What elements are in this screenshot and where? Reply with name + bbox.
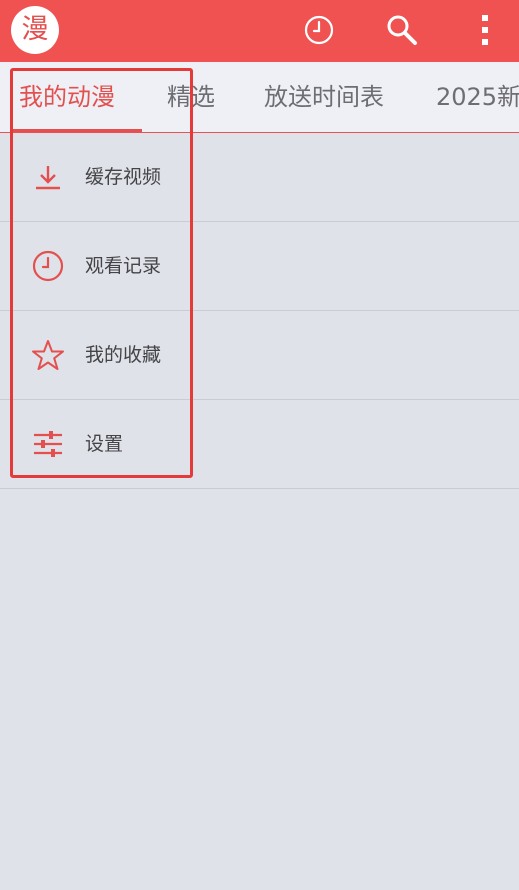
menu-item-downloads[interactable]: 缓存视频 bbox=[0, 133, 519, 222]
download-icon bbox=[30, 159, 66, 195]
tab-schedule[interactable]: 放送时间表 bbox=[264, 62, 384, 132]
clock-icon bbox=[30, 248, 66, 284]
history-clock-icon[interactable] bbox=[299, 10, 339, 50]
active-tab-indicator bbox=[12, 129, 142, 132]
menu-item-settings[interactable]: 设置 bbox=[0, 400, 519, 489]
menu-item-favorites[interactable]: 我的收藏 bbox=[0, 311, 519, 400]
tab-featured[interactable]: 精选 bbox=[167, 62, 215, 132]
menu-item-label: 缓存视频 bbox=[85, 166, 162, 188]
star-icon bbox=[30, 337, 66, 373]
menu-item-label: 我的收藏 bbox=[85, 344, 162, 366]
search-icon[interactable] bbox=[382, 10, 422, 50]
menu-item-label: 设置 bbox=[85, 433, 124, 455]
tab-my-anime[interactable]: 我的动漫 bbox=[19, 62, 115, 132]
more-vertical-icon[interactable] bbox=[465, 10, 505, 50]
my-anime-menu: 缓存视频 观看记录 我的收藏 设置 bbox=[0, 133, 519, 489]
app-logo[interactable]: 漫 bbox=[11, 6, 59, 54]
app-header: 漫 bbox=[0, 0, 519, 62]
menu-item-label: 观看记录 bbox=[85, 255, 162, 277]
tab-bar: 我的动漫 精选 放送时间表 2025新 bbox=[0, 62, 519, 133]
settings-sliders-icon bbox=[30, 426, 66, 462]
tab-2025-new[interactable]: 2025新 bbox=[436, 62, 519, 132]
menu-item-history[interactable]: 观看记录 bbox=[0, 222, 519, 311]
